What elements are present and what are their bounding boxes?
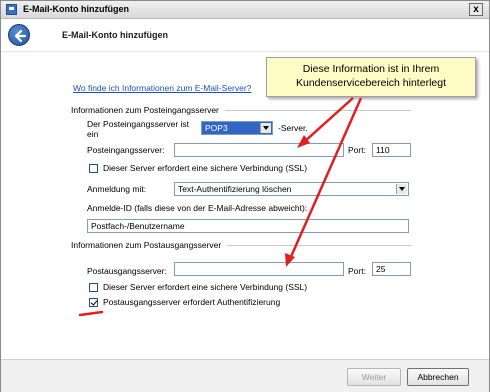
window-title: E-Mail-Konto hinzufügen [23, 4, 129, 14]
incoming-port-label: Port: [348, 145, 366, 155]
outgoing-port-input[interactable]: 25 [372, 262, 411, 276]
incoming-ssl-checkbox[interactable] [89, 164, 98, 173]
outgoing-ssl-checkbox[interactable] [89, 283, 98, 292]
outgoing-section-title: Informationen zum Postausgangsserver [71, 240, 228, 250]
cancel-button[interactable]: Abbrechen [407, 368, 469, 386]
incoming-section-title: Informationen zum Posteingangsserver [71, 105, 225, 115]
incoming-port-input[interactable]: 110 [372, 143, 411, 157]
server-type-label-line2: ein [87, 129, 99, 139]
login-method-value: Text-Authentifizierung löschen [178, 184, 292, 194]
server-type-value: POP3 [205, 123, 228, 133]
server-type-label-line1: Der Posteingangsserver ist [87, 119, 190, 129]
login-method-label: Anmeldung mit: [87, 184, 147, 194]
close-button[interactable]: x [469, 3, 483, 16]
outgoing-server-input[interactable] [174, 262, 344, 276]
outgoing-auth-checkbox[interactable] [89, 298, 98, 307]
outgoing-ssl-label: Dieser Server erfordert eine sichere Ver… [103, 282, 308, 292]
wizard-footer: Weiter Abbrechen [1, 359, 489, 392]
help-link[interactable]: Wo finde ich Informationen zum E-Mail-Se… [73, 83, 251, 93]
wizard-content: Wo finde ich Informationen zum E-Mail-Se… [1, 53, 489, 359]
back-button[interactable] [8, 24, 30, 46]
callout-line2: Kundenservicebereich hinterlegt [295, 77, 446, 89]
chevron-down-icon [396, 184, 407, 194]
incoming-ssl-label: Dieser Server erfordert eine sichere Ver… [103, 163, 308, 173]
page-title: E-Mail-Konto hinzufügen [62, 30, 168, 40]
incoming-server-input[interactable] [174, 143, 344, 157]
server-type-select[interactable]: POP3 [201, 121, 273, 135]
add-email-account-window: E-Mail-Konto hinzufügen x E-Mail-Konto h… [0, 0, 490, 392]
outgoing-auth-label: Postausgangsserver erfordert Authentifiz… [103, 297, 281, 307]
login-id-input[interactable]: Postfach-/Benutzername [87, 219, 409, 233]
server-type-label: Der Posteingangsserver ist ein [87, 119, 189, 139]
next-button[interactable]: Weiter [347, 368, 401, 386]
chevron-down-icon [260, 123, 271, 133]
mail-app-icon [6, 4, 17, 15]
login-method-select[interactable]: Text-Authentifizierung löschen [174, 182, 409, 196]
outgoing-server-label: Postausgangsserver: [87, 266, 167, 276]
title-bar: E-Mail-Konto hinzufügen x [1, 1, 489, 19]
outgoing-port-label: Port: [348, 266, 366, 276]
login-id-label: Anmelde-ID (falls diese von der E-Mail-A… [87, 203, 308, 213]
callout-line1: Diese Information ist in Ihrem [302, 63, 440, 75]
back-arrow-icon [14, 29, 27, 43]
wizard-header: E-Mail-Konto hinzufügen [1, 20, 489, 52]
incoming-server-label: Posteingangsserver: [87, 145, 165, 155]
server-type-suffix: -Server. [278, 123, 308, 133]
info-callout: Diese Information ist in Ihrem Kundenser… [266, 57, 476, 97]
